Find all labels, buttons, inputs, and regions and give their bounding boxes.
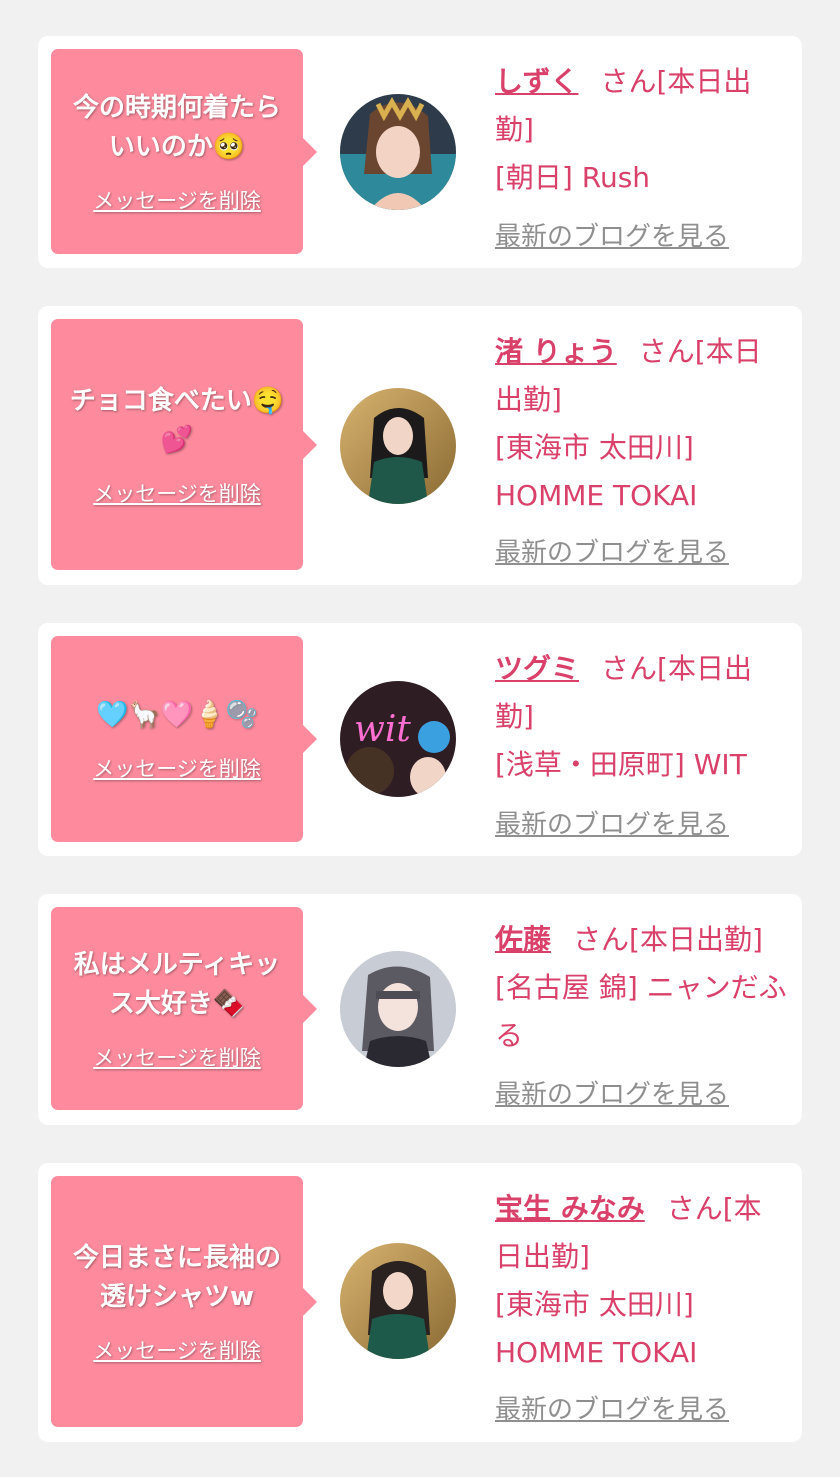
message-card: 🩵🦙🩷🍦🫧 メッセージを削除 wit ツグミ さん[本日出勤] [浅草・田原町] … [38,623,802,856]
delete-message-link[interactable]: メッセージを削除 [93,753,261,783]
delete-message-link[interactable]: メッセージを削除 [93,1335,261,1365]
avatar[interactable] [340,94,456,210]
avatar[interactable] [340,1243,456,1359]
avatar[interactable]: wit [340,681,456,797]
cast-status: さん[本日出勤] [573,923,763,956]
message-card: 今の時期何着たらいいのか🥺 メッセージを削除 しずく さん[本日出勤] [朝日] … [38,36,802,268]
cast-name-link[interactable]: 宝生 みなみ [495,1192,645,1225]
latest-blog-link[interactable]: 最新のブログを見る [495,804,729,841]
delete-message-link[interactable]: メッセージを削除 [93,185,261,215]
cast-name-link[interactable]: ツグミ [495,652,579,685]
message-text: 私はメルティキッス大好き🍫 [73,949,281,1019]
avatar[interactable] [340,951,456,1067]
message-card: 今日まさに長袖の透けシャツw メッセージを削除 宝生 みなみ さん[本日出勤] [… [38,1163,802,1442]
message-card: チョコ食べたい🤤💕 メッセージを削除 渚 りょう さん[本日出勤] [東海市 太田… [38,306,802,585]
shop-name: [東海市 太田川] HOMME TOKAI [495,1288,698,1369]
message-text: 今の時期何着たらいいのか🥺 [72,92,281,162]
delete-message-link[interactable]: メッセージを削除 [93,478,261,508]
cast-name-link[interactable]: 佐藤 [495,923,551,956]
shop-name: [名古屋 錦] ニャンだふる [495,971,787,1052]
cast-name-link[interactable]: 渚 りょう [495,335,617,368]
svg-text:wit: wit [354,709,411,750]
message-bubble: 今の時期何着たらいいのか🥺 メッセージを削除 [51,49,317,254]
delete-message-link[interactable]: メッセージを削除 [93,1042,261,1072]
cast-info: ツグミ さん[本日出勤] [浅草・田原町] WIT [495,645,788,789]
shop-name: [浅草・田原町] WIT [495,748,747,781]
message-bubble: 🩵🦙🩷🍦🫧 メッセージを削除 [51,636,317,842]
cast-info: しずく さん[本日出勤] [朝日] Rush [495,58,788,202]
message-text: チョコ食べたい🤤💕 [69,385,285,455]
message-text: 🩵🦙🩷🍦🫧 [96,699,258,730]
cast-info: 渚 りょう さん[本日出勤] [東海市 太田川] HOMME TOKAI [495,328,788,520]
message-text: 今日まさに長袖の透けシャツw [72,1242,281,1312]
shop-name: [東海市 太田川] HOMME TOKAI [495,431,698,512]
latest-blog-link[interactable]: 最新のブログを見る [495,532,729,569]
latest-blog-link[interactable]: 最新のブログを見る [495,1074,729,1111]
cast-info: 佐藤 さん[本日出勤] [名古屋 錦] ニャンだふる [495,916,788,1060]
message-bubble: チョコ食べたい🤤💕 メッセージを削除 [51,319,317,570]
cast-info: 宝生 みなみ さん[本日出勤] [東海市 太田川] HOMME TOKAI [495,1185,788,1377]
latest-blog-link[interactable]: 最新のブログを見る [495,216,729,253]
avatar[interactable] [340,388,456,504]
shop-name: [朝日] Rush [495,161,651,194]
cast-name-link[interactable]: しずく [495,65,578,98]
message-bubble: 私はメルティキッス大好き🍫 メッセージを削除 [51,907,317,1110]
message-card: 私はメルティキッス大好き🍫 メッセージを削除 佐藤 さん[本日出勤] [名古屋 錦… [38,894,802,1125]
message-bubble: 今日まさに長袖の透けシャツw メッセージを削除 [51,1176,317,1427]
latest-blog-link[interactable]: 最新のブログを見る [495,1389,729,1426]
